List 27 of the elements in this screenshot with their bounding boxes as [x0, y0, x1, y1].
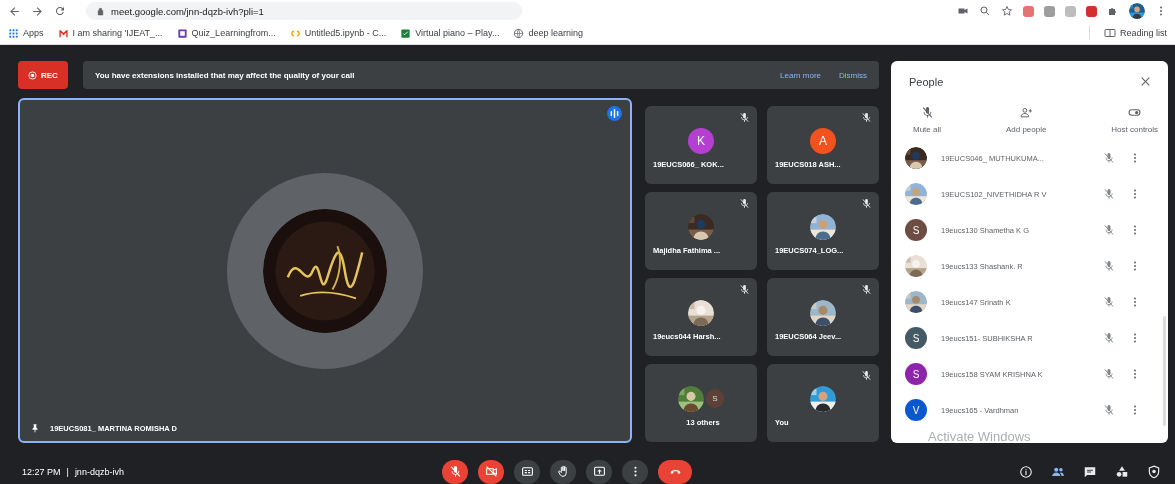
bookmark[interactable]: Apps [8, 27, 44, 39]
address-bar[interactable]: meet.google.com/jnn-dqzb-ivh?pli=1 [86, 2, 522, 20]
record-button[interactable]: REC [18, 61, 68, 89]
activation-notice: Activate Windows [928, 429, 1031, 444]
avatar: V [905, 399, 927, 421]
avatar: S [905, 327, 927, 349]
panel-action-button[interactable]: Host controls [1111, 106, 1158, 134]
avatar: S [905, 363, 927, 385]
bookmark[interactable]: deep learning [513, 27, 583, 39]
bookmark[interactable]: Virtual piano – Play... [400, 27, 500, 39]
banner-link[interactable]: Dismiss [839, 70, 867, 80]
avatar: K [688, 127, 714, 154]
meeting-time: 12:27 PM [22, 466, 61, 477]
avatar: S [905, 219, 927, 241]
bookmark[interactable]: Quiz_Learningfrom... [176, 27, 276, 39]
avatar: S [705, 389, 725, 408]
meeting-code: jnn-dqzb-ivh [74, 466, 124, 477]
separator: | [66, 466, 69, 477]
panel-title: People [909, 75, 944, 88]
panel-action-button[interactable]: Mute all [913, 106, 941, 134]
bookmark[interactable]: I am sharing 'IJEAT_... [57, 27, 163, 39]
banner-message: You have extensions installed that may affect the quality of your call [94, 70, 356, 80]
reading-list-button[interactable]: Reading list [1103, 27, 1167, 39]
banner-link[interactable]: Learn more [780, 70, 821, 80]
bookmark[interactable]: Untitled5.ipynb - C... [289, 27, 387, 39]
panel-action-button[interactable]: Add people [1005, 106, 1047, 134]
avatar: A [810, 127, 836, 154]
